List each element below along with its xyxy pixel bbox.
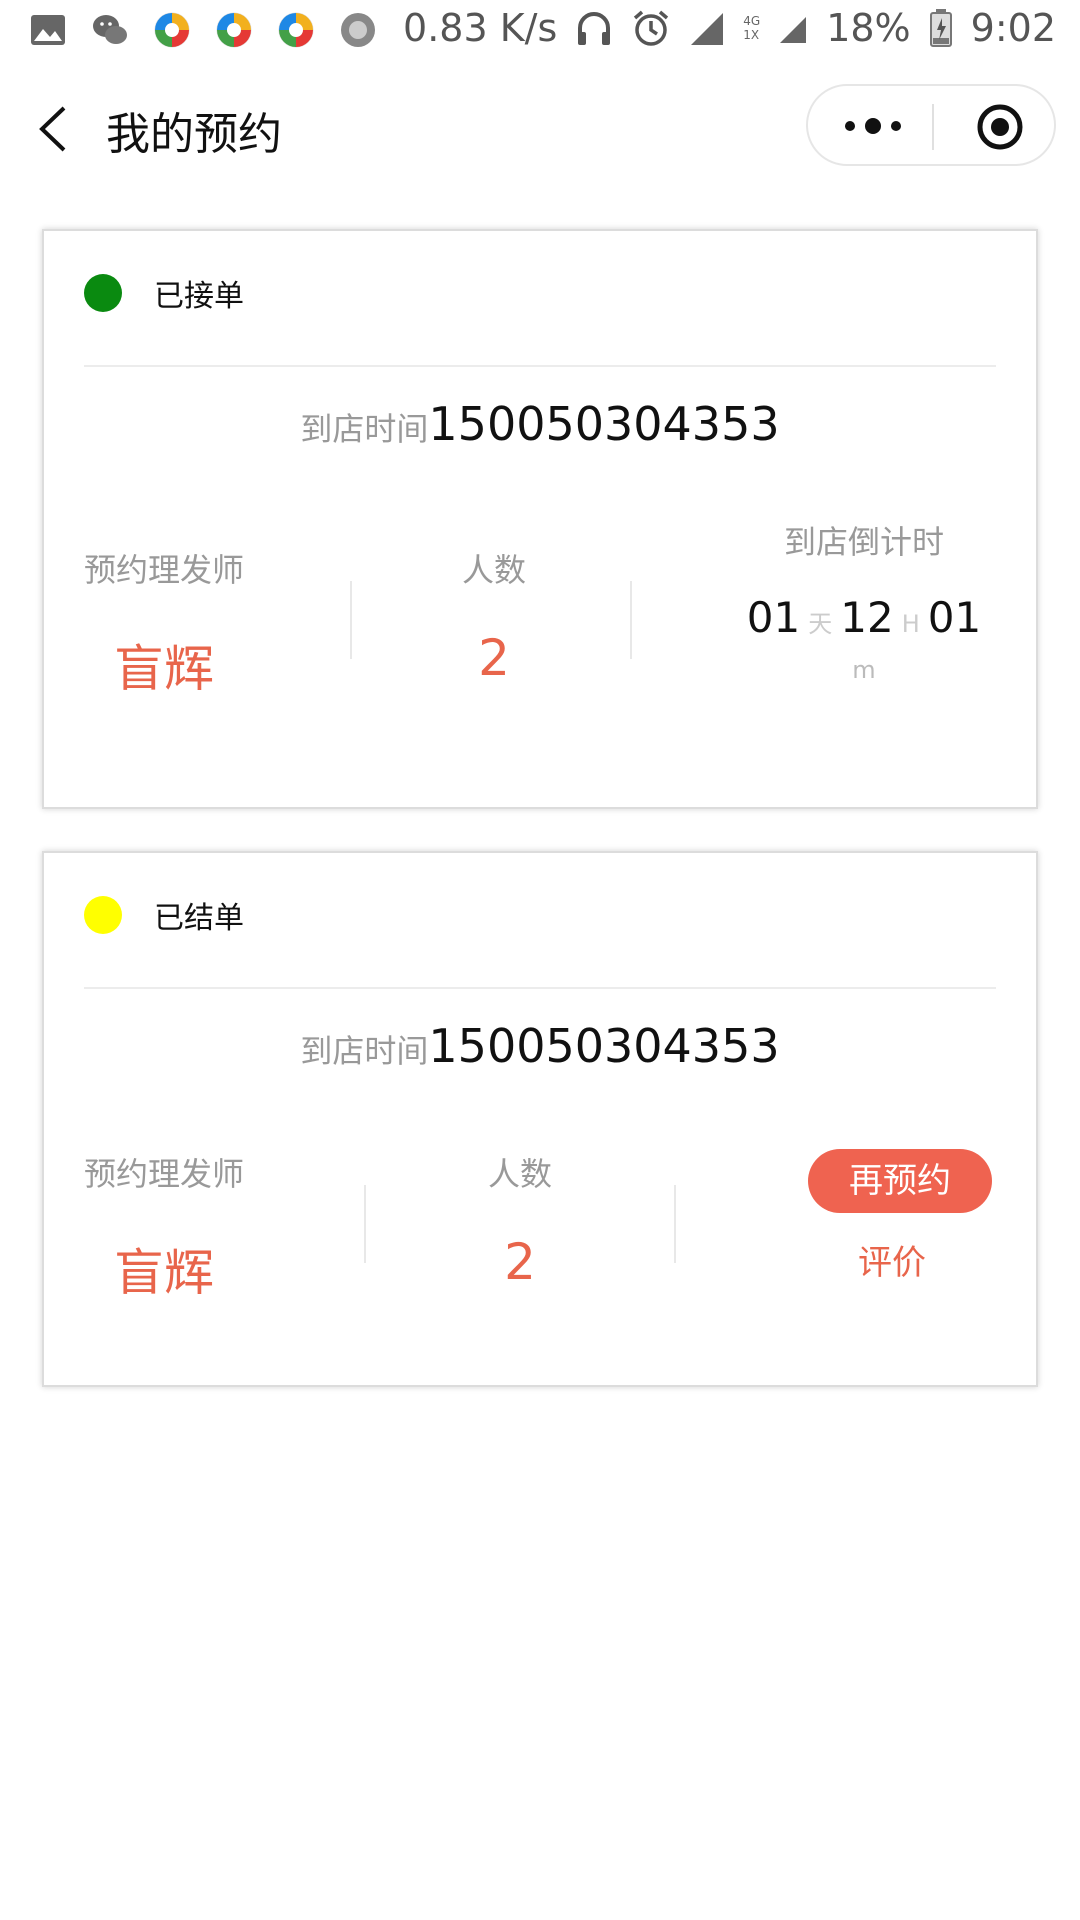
app-icon-3	[278, 12, 314, 48]
record-icon	[341, 13, 375, 47]
order-card[interactable]: 已接单 到店时间150050304353 预约理发师 盲辉 人数 2 到店倒计时…	[42, 229, 1038, 809]
arrival-time: 到店时间150050304353	[44, 1019, 1036, 1073]
arrival-time-label: 到店时间	[300, 410, 429, 448]
countdown-hours: 12	[840, 593, 894, 642]
app-icon-2	[216, 12, 252, 48]
countdown-label: 到店倒计时	[783, 523, 944, 561]
network-speed: 0.83 K/s	[403, 6, 558, 50]
network-type: 4G 1X	[743, 14, 761, 42]
status-dot	[84, 274, 122, 312]
more-icon[interactable]	[838, 106, 908, 146]
countdown: 到店倒计时 01 天 12 H 01 m	[744, 517, 984, 684]
status-bar-system: 0.83 K/s 4G 1X 18% 9:02	[403, 6, 1056, 50]
gallery-icon	[31, 15, 65, 45]
stylist-label: 预约理发师	[84, 1155, 245, 1193]
close-mini-program-icon[interactable]	[976, 103, 1024, 151]
clock: 9:02	[970, 6, 1056, 50]
status-bar: 0.83 K/s 4G 1X 18% 9:02	[0, 0, 1080, 64]
arrival-time-value: 150050304353	[428, 397, 780, 451]
back-icon[interactable]	[30, 102, 84, 156]
divider	[84, 987, 996, 989]
status-text: 已接单	[154, 279, 244, 314]
rebook-button[interactable]: 再预约	[808, 1149, 992, 1213]
countdown-hour-unit: H	[901, 610, 920, 638]
alarm-icon	[634, 10, 669, 46]
people-label: 人数	[461, 551, 526, 589]
order-card[interactable]: 已结单 到店时间150050304353 预约理发师 盲辉 人数 2 再预约 评…	[42, 851, 1038, 1387]
mini-program-capsule	[806, 84, 1056, 166]
people-label: 人数	[487, 1155, 552, 1193]
countdown-value: 01 天 12 H 01	[744, 593, 984, 642]
signal-icon-2	[780, 17, 807, 43]
stylist-column: 预约理发师 盲辉	[84, 1149, 244, 1305]
status-bar-notifications	[28, 10, 378, 50]
column-divider	[630, 581, 632, 659]
stylist-column: 预约理发师 盲辉	[84, 545, 244, 701]
capsule-divider	[932, 104, 934, 150]
divider	[84, 365, 996, 367]
wechat-icon	[93, 15, 127, 44]
app-icon-1	[154, 12, 190, 48]
countdown-minute-unit: m	[852, 656, 876, 684]
headphones-icon	[578, 12, 611, 45]
arrival-time-label: 到店时间	[300, 1032, 429, 1070]
battery-icon	[929, 9, 952, 47]
stylist-label: 预约理发师	[84, 551, 245, 589]
people-column: 人数 2	[450, 1149, 590, 1291]
stylist-name: 盲辉	[114, 1244, 214, 1302]
countdown-days: 01	[746, 593, 801, 642]
column-divider	[674, 1185, 676, 1263]
status-dot	[84, 896, 122, 934]
page-title: 我的预约	[106, 109, 282, 160]
countdown-day-unit: 天	[808, 610, 833, 638]
countdown-minutes: 01	[927, 593, 982, 642]
column-divider	[350, 581, 352, 659]
order-status: 已接单	[84, 271, 244, 315]
signal-icon	[691, 13, 724, 45]
people-count: 2	[478, 629, 510, 687]
column-divider	[364, 1185, 366, 1263]
people-count: 2	[504, 1233, 536, 1291]
stylist-name: 盲辉	[114, 640, 214, 698]
order-status: 已结单	[84, 893, 244, 937]
people-column: 人数 2	[424, 545, 564, 687]
arrival-time: 到店时间150050304353	[44, 397, 1036, 451]
battery-percent: 18%	[826, 6, 911, 50]
review-link[interactable]: 评价	[858, 1235, 926, 1284]
arrival-time-value: 150050304353	[428, 1019, 780, 1073]
nav-bar: 我的预约	[0, 84, 1080, 174]
status-text: 已结单	[154, 901, 244, 936]
